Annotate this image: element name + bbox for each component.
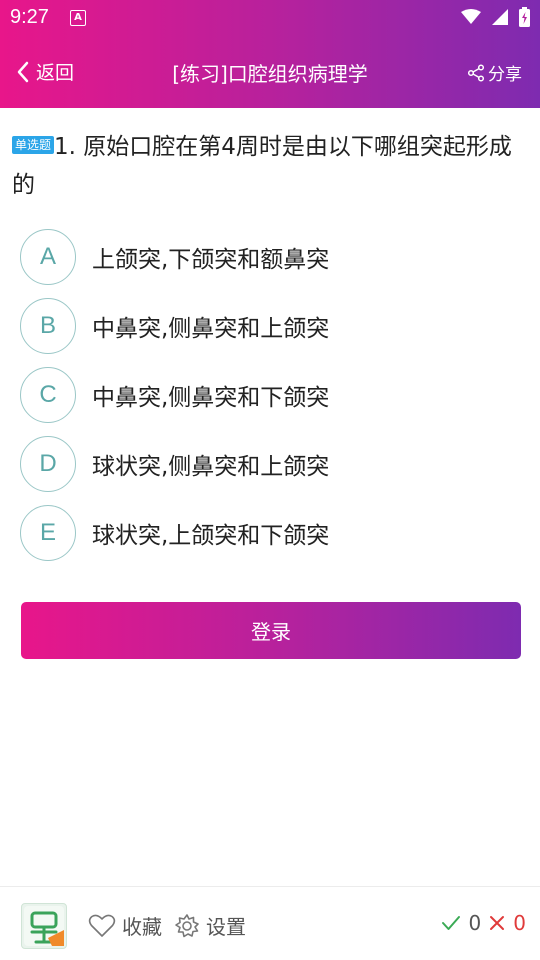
share-label: 分享 [488,65,522,85]
login-button[interactable]: 登录 [21,602,521,659]
status-time: 9:27 [10,6,49,28]
share-icon [467,63,485,82]
page-title: [练习]口腔组织病理学 [172,62,368,86]
favorite-label: 收藏 [122,915,162,939]
option-letter: C [20,366,76,423]
options-list: A 上颌突,下颌突和额鼻突 B 中鼻突,侧鼻突和上颌突 C 中鼻突,侧鼻突和下颌… [20,222,520,567]
question-type-badge: 单选题 [12,136,55,154]
option-b[interactable]: B 中鼻突,侧鼻突和上颌突 [20,291,520,360]
option-text: 上颌突,下颌突和额鼻突 [92,246,330,273]
app-notification-icon: A [70,10,86,26]
status-indicators [461,7,530,27]
answer-score[interactable]: 0 0 [441,911,526,935]
question-text-block: 单选题 1. 原始口腔在第4周时是由以下哪组突起形成的 [12,128,522,204]
app-logo-icon [24,906,64,946]
favorite-button[interactable]: 收藏 [88,911,162,940]
settings-button[interactable]: 设置 [174,911,246,940]
option-d[interactable]: D 球状突,侧鼻突和上颌突 [20,429,520,498]
option-letter: A [20,228,76,285]
option-letter: D [20,435,76,492]
cross-icon [490,916,505,930]
check-icon [441,916,460,930]
settings-label: 设置 [206,915,246,939]
battery-icon [519,7,530,27]
option-text: 中鼻突,侧鼻突和下颌突 [92,384,330,411]
correct-count: 0 [468,911,482,935]
option-c[interactable]: C 中鼻突,侧鼻突和下颌突 [20,360,520,429]
status-bar: 9:27 A [0,0,540,36]
heart-icon [88,914,116,937]
option-letter: B [20,297,76,354]
question-text: 1. 原始口腔在第4周时是由以下哪组突起形成的 [12,134,512,198]
app-header: 9:27 A 返回 [练习]口腔组织病理学 分享 [0,0,540,108]
share-button[interactable]: 分享 [467,60,522,85]
option-text: 球状突,上颌突和下颌突 [92,522,330,549]
option-a[interactable]: A 上颌突,下颌突和额鼻突 [20,222,520,291]
option-e[interactable]: E 球状突,上颌突和下颌突 [20,498,520,567]
app-logo [21,903,67,949]
option-letter: E [20,504,76,561]
gear-icon [175,913,199,937]
wifi-icon [461,9,481,24]
wrong-count: 0 [513,911,526,935]
nav-bar: 返回 [练习]口腔组织病理学 分享 [0,36,540,108]
option-text: 球状突,侧鼻突和上颌突 [92,453,330,480]
bottom-toolbar: 收藏 设置 0 0 [0,886,540,960]
signal-icon [492,9,508,25]
option-text: 中鼻突,侧鼻突和上颌突 [92,315,330,342]
